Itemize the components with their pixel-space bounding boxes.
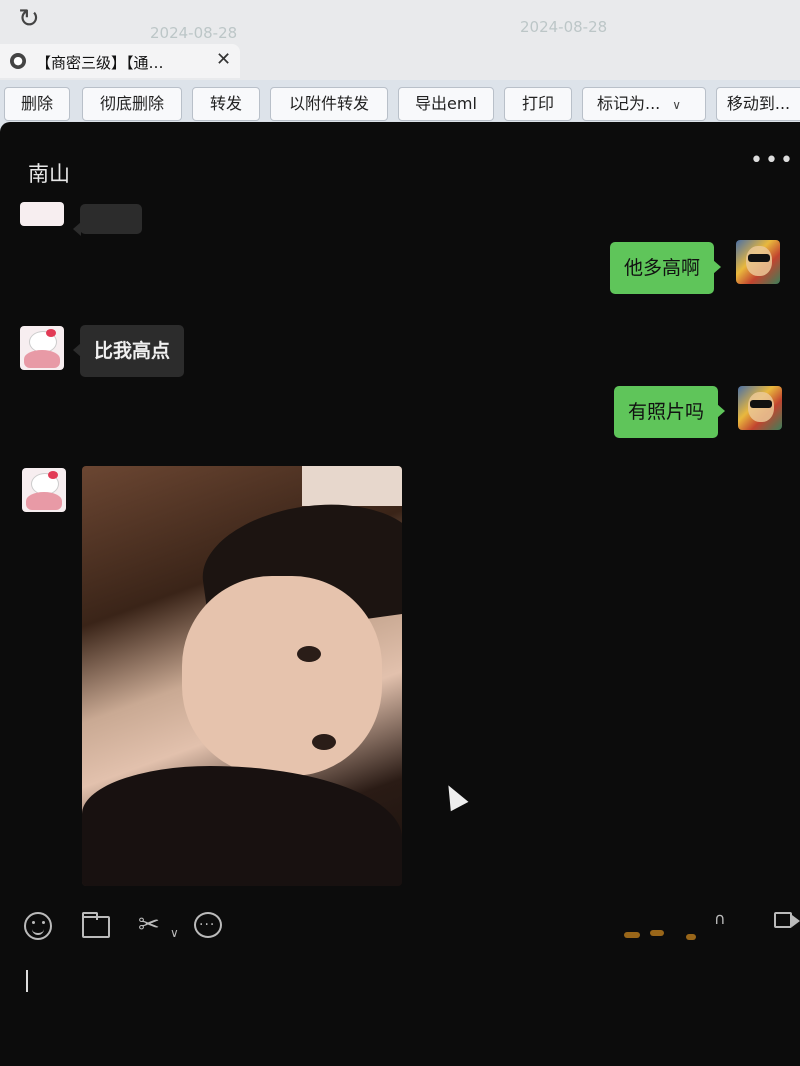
photo-eye <box>297 646 321 662</box>
image-message[interactable] <box>82 466 402 886</box>
delete-button[interactable]: 删除 <box>4 87 70 121</box>
emoji-icon[interactable] <box>24 912 52 940</box>
text-input-caret[interactable] <box>26 970 28 992</box>
permanent-delete-button[interactable]: 彻底删除 <box>82 87 182 121</box>
message-bubble-partial <box>73 204 142 236</box>
photo-eye <box>312 734 336 750</box>
reload-icon[interactable]: ↻ <box>18 6 44 32</box>
print-button[interactable]: 打印 <box>504 87 572 121</box>
chat-title: 南山 <box>28 162 70 186</box>
avatar-kitty-bow <box>48 471 58 479</box>
mark-as-label: 标记为... <box>597 94 661 113</box>
scissors-icon[interactable]: ✂ <box>138 910 160 940</box>
outgoing-message[interactable]: 他多高啊 <box>610 242 722 294</box>
forward-button[interactable]: 转发 <box>192 87 260 121</box>
light-reflection <box>624 932 640 938</box>
my-avatar[interactable] <box>738 386 782 430</box>
chat-window: 南山 ••• 他多高啊 比我高点 有照片吗 ✂ ∨ ∩ <box>0 122 800 1066</box>
light-reflection <box>686 934 696 940</box>
mark-as-dropdown[interactable]: 标记为... ∨ <box>582 87 706 121</box>
phone-icon[interactable]: ∩ <box>714 904 726 934</box>
more-options-icon[interactable]: ••• <box>750 148 795 173</box>
photo-hair-lower <box>82 766 402 886</box>
globe-icon: ● <box>10 53 26 69</box>
close-icon[interactable]: ✕ <box>216 49 231 70</box>
contact-avatar[interactable] <box>22 468 66 512</box>
tab-title: 【商密三级】【通… <box>36 54 164 72</box>
export-eml-button[interactable]: 导出eml <box>398 87 494 121</box>
watermark: 2024-08-28 <box>520 18 608 36</box>
browser-tab[interactable]: ● 【商密三级】【通… ✕ <box>0 44 240 78</box>
chevron-down-icon[interactable]: ∨ <box>170 918 179 948</box>
chat-history-icon[interactable] <box>194 910 222 940</box>
folder-icon[interactable] <box>82 912 110 938</box>
mouse-pointer-icon <box>439 780 469 812</box>
avatar-sunglasses <box>750 400 772 408</box>
avatar-kitty-body <box>24 350 60 368</box>
outgoing-message[interactable]: 有照片吗 <box>614 386 726 438</box>
contact-avatar[interactable] <box>20 326 64 370</box>
photo-background-object <box>302 466 402 506</box>
light-reflection <box>650 930 664 936</box>
mail-client-header: ↻ 2024-08-28 2024-08-28 ● 【商密三级】【通… ✕ 删除… <box>0 0 800 132</box>
forward-as-attachment-button[interactable]: 以附件转发 <box>270 87 388 121</box>
move-to-button[interactable]: 移动到... <box>716 87 800 121</box>
chevron-down-icon: ∨ <box>672 98 682 112</box>
avatar-sunglasses <box>748 254 770 262</box>
contact-avatar[interactable] <box>20 202 64 226</box>
incoming-message[interactable]: 比我高点 <box>72 325 185 377</box>
avatar-kitty-body <box>26 492 62 510</box>
video-call-icon[interactable] <box>774 912 800 928</box>
my-avatar[interactable] <box>736 240 780 284</box>
avatar-kitty-bow <box>46 329 56 337</box>
photo-face <box>182 576 382 776</box>
watermark: 2024-08-28 <box>150 24 238 42</box>
